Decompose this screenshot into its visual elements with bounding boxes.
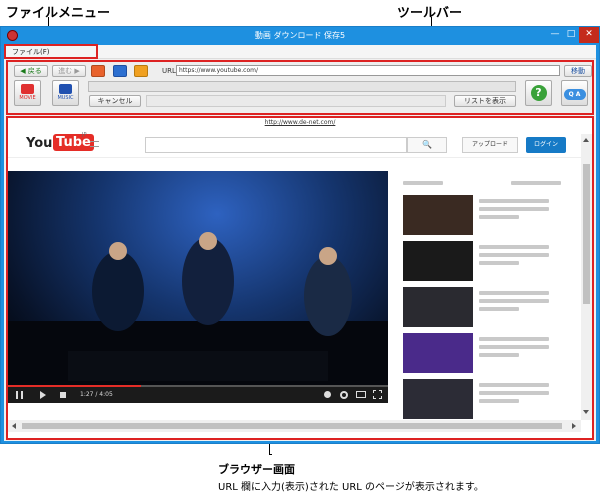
related-text-placeholder: [479, 261, 519, 265]
related-text-placeholder: [479, 383, 549, 387]
youtube-logo-tube[interactable]: Tube: [53, 134, 94, 151]
youtube-region: JP: [82, 132, 87, 138]
upload-button[interactable]: アップロード: [462, 137, 518, 153]
reload-icon[interactable]: [91, 65, 105, 77]
related-heading-placeholder: [403, 181, 443, 185]
related-thumbnail[interactable]: [403, 333, 473, 373]
youtube-header: You Tube JP 🔍 アップロード ログイン: [8, 128, 592, 158]
next-icon[interactable]: [40, 391, 46, 399]
minimize-button[interactable]: —: [547, 27, 563, 43]
qa-button[interactable]: Q A: [561, 80, 588, 106]
qa-icon: Q A: [563, 89, 586, 100]
video-player[interactable]: 1:27 / 4:05: [8, 171, 388, 403]
caption-browser-title: ブラウザー画面: [218, 463, 295, 476]
music-icon: [59, 84, 72, 94]
autoplay-placeholder: [511, 181, 561, 185]
app-window: 動画 ダウンロード 保存5 — □ ✕ ファイル(F) ◀ 戻る 進む ▶ UR…: [0, 26, 600, 444]
cancel-button[interactable]: キャンセル: [89, 95, 141, 107]
stop-icon[interactable]: [113, 65, 127, 77]
video-controls: 1:27 / 4:05: [8, 387, 388, 403]
info-icon[interactable]: [324, 391, 331, 398]
pause-icon[interactable]: [16, 391, 23, 399]
go-button[interactable]: 移動: [564, 65, 592, 77]
volume-icon[interactable]: [60, 392, 66, 398]
browser-view: http://www.de-net.com/ You Tube JP 🔍 アップ…: [6, 116, 594, 440]
home-icon[interactable]: [134, 65, 148, 77]
related-text-placeholder: [479, 299, 549, 303]
related-text-placeholder: [479, 307, 519, 311]
file-menu-highlight: [4, 44, 98, 59]
progress-track: [88, 81, 516, 92]
related-text-placeholder: [479, 199, 549, 203]
list-show-button[interactable]: リストを表示: [454, 95, 516, 107]
scroll-up-icon[interactable]: [583, 138, 589, 142]
related-text-placeholder: [479, 353, 519, 357]
movie-button[interactable]: MOVIE: [14, 80, 41, 106]
close-button[interactable]: ✕: [579, 27, 599, 43]
toolbar: ◀ 戻る 進む ▶ URL https://www.youtube.com/ 移…: [6, 60, 594, 115]
related-text-placeholder: [479, 391, 549, 395]
maximize-button[interactable]: □: [563, 27, 579, 43]
url-label: URL: [162, 67, 176, 75]
movie-icon: [21, 84, 34, 94]
related-thumbnail[interactable]: [403, 195, 473, 235]
callout-line-browser-h: [269, 454, 272, 455]
page-url-link[interactable]: http://www.de-net.com/: [8, 119, 592, 126]
related-text-placeholder: [479, 345, 549, 349]
help-button[interactable]: ?: [525, 80, 552, 106]
related-videos: [391, 171, 579, 421]
scroll-right-icon[interactable]: [572, 423, 576, 429]
music-button[interactable]: MUSIC: [52, 80, 79, 106]
vertical-scrollbar[interactable]: [581, 134, 592, 420]
video-time: 1:27 / 4:05: [80, 391, 113, 398]
related-text-placeholder: [479, 215, 519, 219]
search-icon[interactable]: 🔍: [407, 137, 447, 153]
scroll-left-icon[interactable]: [12, 423, 16, 429]
callout-toolbar: ツールバー: [397, 6, 463, 21]
caption-browser-desc: URL 欄に入力(表示)された URL のページが表示されます。: [218, 482, 484, 493]
login-button[interactable]: ログイン: [526, 137, 566, 153]
forward-button[interactable]: 進む ▶: [52, 65, 86, 77]
client-area: ファイル(F) ◀ 戻る 進む ▶ URL https://www.youtub…: [4, 44, 596, 441]
settings-icon[interactable]: [340, 391, 348, 399]
related-text-placeholder: [479, 291, 549, 295]
horizontal-scroll-thumb[interactable]: [22, 423, 562, 429]
url-input[interactable]: https://www.youtube.com/: [176, 65, 560, 76]
youtube-logo-you[interactable]: You: [26, 136, 52, 151]
guide-menu-icon[interactable]: [90, 141, 99, 147]
related-thumbnail[interactable]: [403, 241, 473, 281]
back-button[interactable]: ◀ 戻る: [14, 65, 48, 77]
video-frame: [8, 171, 388, 387]
vertical-scroll-thumb[interactable]: [583, 164, 590, 304]
horizontal-scrollbar[interactable]: [8, 420, 581, 432]
related-text-placeholder: [479, 399, 519, 403]
related-thumbnail[interactable]: [403, 287, 473, 327]
related-text-placeholder: [479, 337, 549, 341]
callout-file-menu: ファイルメニュー: [6, 6, 111, 21]
related-thumbnail[interactable]: [403, 379, 473, 419]
youtube-search-input[interactable]: [145, 137, 407, 153]
related-text-placeholder: [479, 253, 549, 257]
title-bar[interactable]: 動画 ダウンロード 保存5 — □ ✕: [1, 27, 599, 45]
related-text-placeholder: [479, 245, 549, 249]
movie-label: MOVIE: [19, 95, 36, 101]
scroll-down-icon[interactable]: [583, 410, 589, 414]
status-area: [146, 95, 446, 107]
window-title: 動画 ダウンロード 保存5: [254, 31, 346, 40]
video-scene-art: [8, 232, 388, 387]
related-text-placeholder: [479, 207, 549, 211]
theater-icon[interactable]: [356, 391, 366, 398]
music-label: MUSIC: [57, 95, 74, 101]
fullscreen-icon[interactable]: [373, 390, 382, 399]
help-icon: ?: [530, 85, 547, 101]
